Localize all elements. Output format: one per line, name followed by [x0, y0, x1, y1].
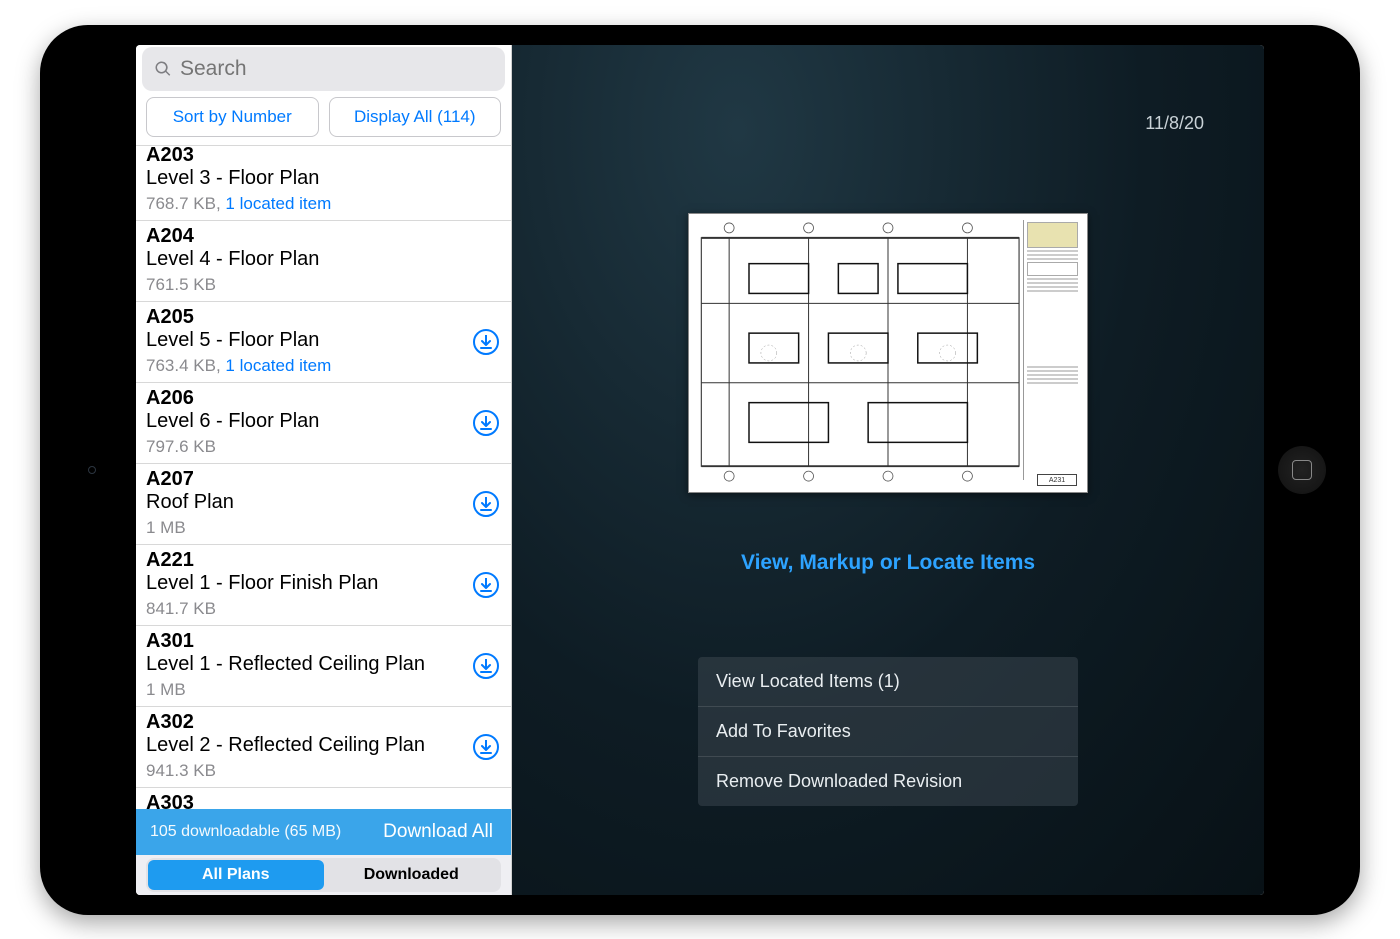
front-camera — [88, 466, 96, 474]
download-icon[interactable] — [473, 653, 499, 679]
plan-number: A204 — [146, 225, 501, 248]
plan-item[interactable]: A221 Level 1 - Floor Finish Plan 841.7 K… — [136, 545, 511, 626]
plan-title: Level 1 - Reflected Ceiling Plan — [146, 653, 501, 676]
action-menu: View Located Items (1) Add To Favorites … — [698, 657, 1078, 806]
filter-row: Sort by Number Display All (114) — [136, 97, 511, 145]
plan-title: Level 1 - Floor Finish Plan — [146, 572, 501, 595]
plan-number: A301 — [146, 630, 501, 653]
plan-title: Level 6 - Floor Plan — [146, 410, 501, 433]
downloadable-count: 105 downloadable (65 MB) — [150, 823, 341, 841]
plan-item[interactable]: A205 Level 5 - Floor Plan 763.4 KB, 1 lo… — [136, 302, 511, 383]
download-icon[interactable] — [473, 491, 499, 517]
plan-number: A206 — [146, 387, 501, 410]
search-icon — [154, 60, 172, 78]
download-icon[interactable] — [473, 734, 499, 760]
remove-downloaded-button[interactable]: Remove Downloaded Revision — [698, 757, 1078, 806]
plan-meta: 761.5 KB — [146, 275, 501, 295]
home-button[interactable] — [1278, 446, 1326, 494]
plan-item[interactable]: A203 Level 3 - Floor Plan 768.7 KB, 1 lo… — [136, 145, 511, 221]
plan-meta: 1 MB — [146, 680, 501, 700]
plan-item[interactable]: A301 Level 1 - Reflected Ceiling Plan 1 … — [136, 626, 511, 707]
search-bar[interactable] — [142, 47, 505, 91]
plan-item[interactable]: A303 — [136, 788, 511, 809]
tablet-frame: Sort by Number Display All (114) A203 Le… — [40, 25, 1360, 915]
display-filter-button[interactable]: Display All (114) — [329, 97, 502, 137]
plan-meta: 1 MB — [146, 518, 501, 538]
title-block — [1023, 220, 1081, 480]
located-item-link[interactable]: 1 located item — [225, 356, 331, 375]
tab-bar: All Plans Downloaded — [136, 855, 511, 895]
tab-downloaded[interactable]: Downloaded — [324, 860, 500, 890]
plan-meta: 941.3 KB — [146, 761, 501, 781]
plan-item[interactable]: A206 Level 6 - Floor Plan 797.6 KB — [136, 383, 511, 464]
plan-meta: 797.6 KB — [146, 437, 501, 457]
download-icon[interactable] — [473, 410, 499, 436]
plan-list[interactable]: A203 Level 3 - Floor Plan 768.7 KB, 1 lo… — [136, 145, 511, 809]
plan-meta: 763.4 KB, 1 located item — [146, 356, 501, 376]
download-bar: 105 downloadable (65 MB) Download All — [136, 809, 511, 855]
tab-all-plans[interactable]: All Plans — [148, 860, 324, 890]
plan-title: Level 4 - Floor Plan — [146, 248, 501, 271]
plan-preview[interactable]: A231 — [688, 213, 1088, 493]
detail-panel: 11/8/20 — [512, 45, 1264, 895]
download-icon[interactable] — [473, 572, 499, 598]
app-screen: Sort by Number Display All (114) A203 Le… — [136, 45, 1264, 895]
plan-item[interactable]: A204 Level 4 - Floor Plan 761.5 KB — [136, 221, 511, 302]
plan-number: A205 — [146, 306, 501, 329]
download-all-button[interactable]: Download All — [383, 821, 493, 843]
plan-title: Level 2 - Reflected Ceiling Plan — [146, 734, 501, 757]
plan-title: Level 3 - Floor Plan — [146, 167, 501, 190]
plan-number: A302 — [146, 711, 501, 734]
plan-list-panel: Sort by Number Display All (114) A203 Le… — [136, 45, 512, 895]
segmented-control: All Plans Downloaded — [146, 858, 501, 892]
plan-item[interactable]: A302 Level 2 - Reflected Ceiling Plan 94… — [136, 707, 511, 788]
plan-number: A221 — [146, 549, 501, 572]
plan-number: A303 — [146, 792, 501, 809]
located-item-link[interactable]: 1 located item — [225, 194, 331, 213]
plan-meta: 841.7 KB — [146, 599, 501, 619]
plan-title: Roof Plan — [146, 491, 501, 514]
search-input[interactable] — [180, 57, 493, 81]
view-markup-link[interactable]: View, Markup or Locate Items — [741, 551, 1035, 575]
plan-meta: 768.7 KB, 1 located item — [146, 194, 501, 214]
plan-item[interactable]: A207 Roof Plan 1 MB — [136, 464, 511, 545]
view-located-items-button[interactable]: View Located Items (1) — [698, 657, 1078, 707]
add-to-favorites-button[interactable]: Add To Favorites — [698, 707, 1078, 757]
sheet-number: A231 — [1037, 474, 1077, 486]
download-icon[interactable] — [473, 329, 499, 355]
plan-title: Level 5 - Floor Plan — [146, 329, 501, 352]
sort-button[interactable]: Sort by Number — [146, 97, 319, 137]
revision-date: 11/8/20 — [1145, 113, 1204, 134]
plan-number: A207 — [146, 468, 501, 491]
plan-number: A203 — [146, 145, 501, 167]
